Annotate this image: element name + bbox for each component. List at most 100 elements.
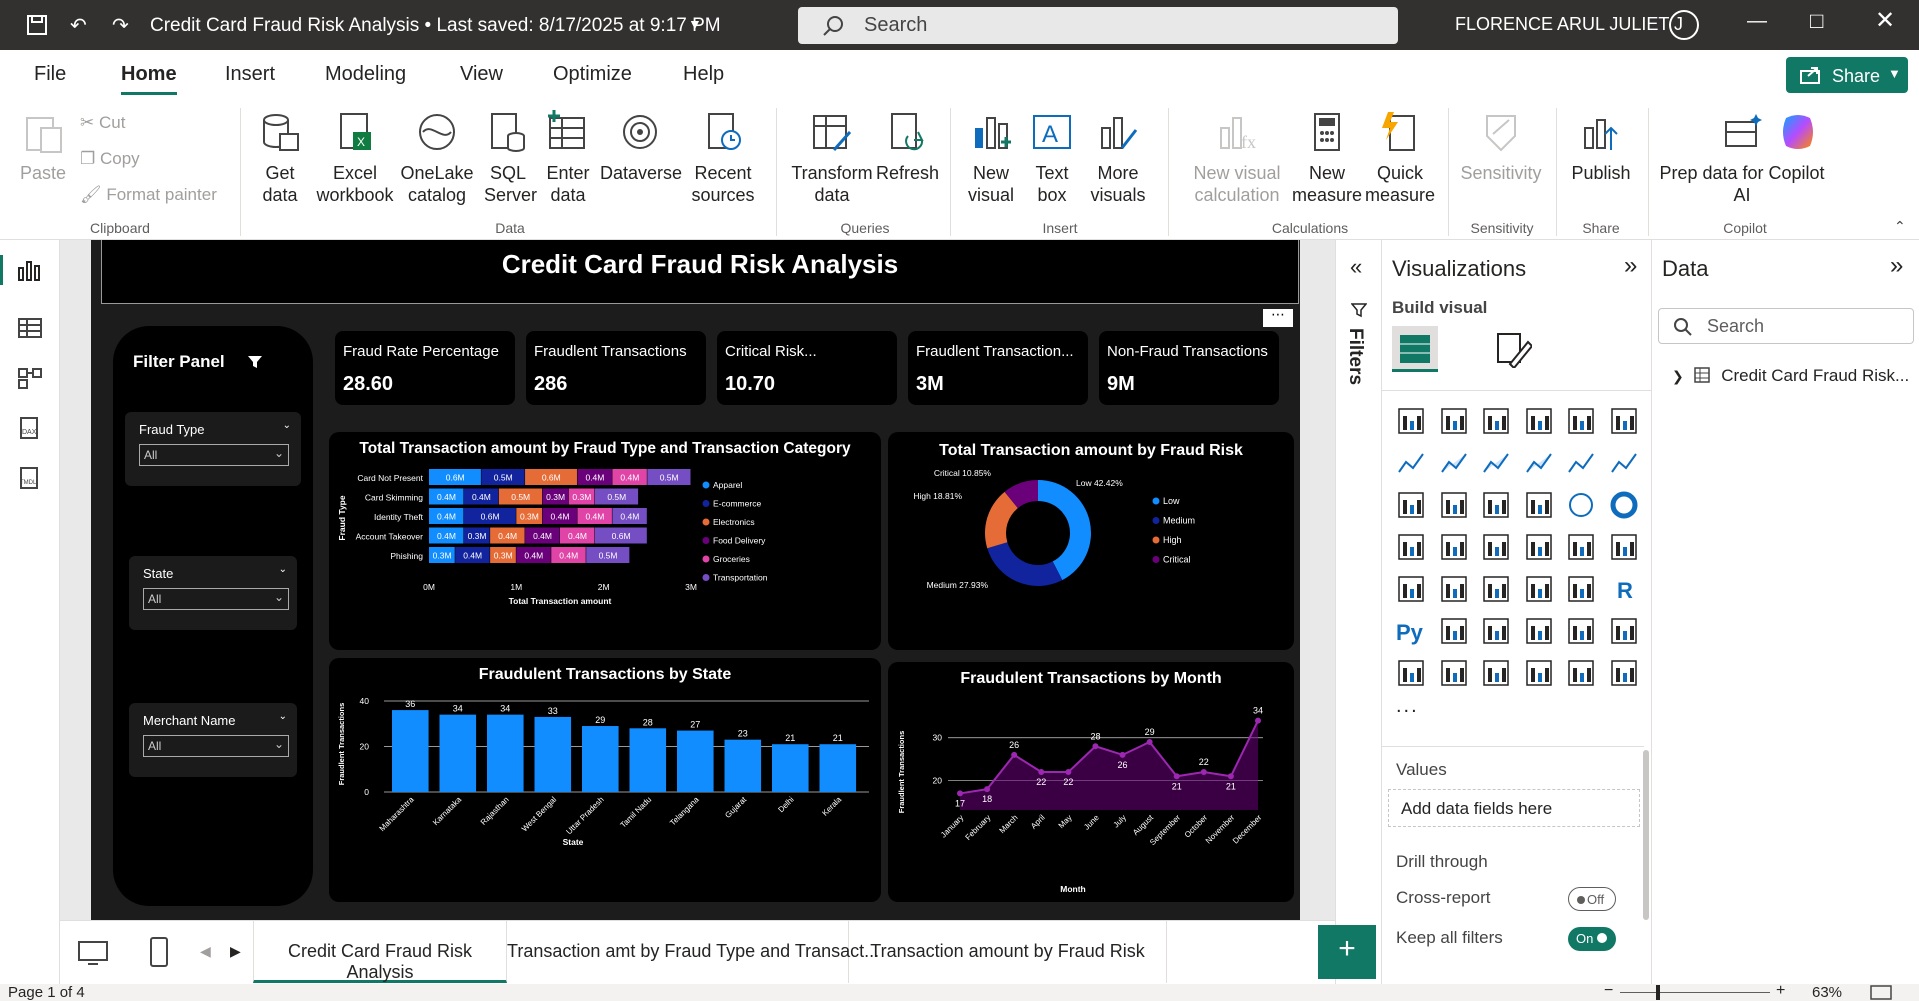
quick-measure-button[interactable]: Quick measure — [1365, 110, 1435, 206]
share-button[interactable]: Share ▼ — [1786, 57, 1908, 93]
100-area-chart-icon[interactable] — [1524, 448, 1554, 478]
card-icon[interactable] — [1609, 532, 1639, 562]
format-painter-button[interactable]: 🖌 Format painter — [80, 185, 217, 205]
narrative-icon[interactable] — [1566, 616, 1596, 646]
data-table-item[interactable]: ❯ Credit Card Fraud Risk... — [1672, 366, 1909, 386]
filled-map-icon[interactable] — [1481, 532, 1511, 562]
slicer-dropdown[interactable]: All ⌄ — [139, 444, 289, 466]
paginated-report-icon[interactable] — [1396, 658, 1426, 688]
more-visuals-button[interactable]: More visuals — [1085, 110, 1151, 206]
menu-home[interactable]: Home — [121, 63, 177, 95]
line-chart-icon[interactable] — [1396, 448, 1426, 478]
model-view-icon[interactable] — [17, 367, 43, 389]
kpi-card[interactable]: Fraud Rate Percentage 28.60 — [335, 331, 515, 405]
publish-button[interactable]: Publish — [1566, 110, 1636, 184]
recent-sources-button[interactable]: Recent sources — [690, 110, 756, 206]
more-visuals-ellipsis[interactable]: ... — [1396, 695, 1419, 718]
kpi-card[interactable]: Fraudlent Transaction... 3M — [908, 331, 1088, 405]
data-search-input[interactable]: Search — [1658, 308, 1914, 344]
r-visual-icon[interactable]: R — [1609, 574, 1639, 604]
sql-server-button[interactable]: SQL Server — [484, 110, 537, 206]
text-box-button[interactable]: A Text box — [1025, 110, 1079, 206]
kpi-card[interactable]: Fraudlent Transactions 286 — [526, 331, 706, 405]
zoom-slider[interactable] — [1620, 992, 1770, 993]
line-clustered-column-icon[interactable] — [1609, 448, 1639, 478]
maximize-icon[interactable]: □ — [1810, 8, 1823, 34]
redo-icon[interactable]: ↷ — [112, 13, 129, 38]
new-visual-button[interactable]: New visual — [963, 110, 1019, 206]
table-view-icon[interactable] — [17, 317, 43, 339]
filters-pane[interactable]: « Filters — [1335, 240, 1381, 984]
matrix-icon[interactable] — [1566, 574, 1596, 604]
menu-modeling[interactable]: Modeling — [325, 63, 406, 86]
menu-view[interactable]: View — [460, 63, 503, 86]
enter-data-button[interactable]: Enter data — [540, 110, 596, 206]
avatar[interactable] — [1669, 10, 1699, 40]
stacked-area-chart-icon[interactable] — [1481, 448, 1511, 478]
zoom-out-icon[interactable]: − — [1604, 982, 1613, 1000]
add-data-fields-well[interactable]: Add data fields here — [1388, 789, 1640, 827]
more-options-icon[interactable]: ⋯ — [1263, 307, 1293, 327]
visual-fraud-risk[interactable]: Total Transaction amount by Fraud Risk L… — [888, 432, 1294, 650]
stacked-bar-chart-icon[interactable] — [1396, 406, 1426, 436]
scrollbar[interactable] — [1643, 750, 1649, 920]
multi-row-card-icon[interactable] — [1396, 574, 1426, 604]
100-bar-chart-icon[interactable] — [1566, 406, 1596, 436]
clustered-bar-chart-icon[interactable] — [1481, 406, 1511, 436]
python-visual-icon[interactable]: Py — [1396, 616, 1426, 646]
user-name[interactable]: FLORENCE ARUL JULIET J — [1455, 14, 1683, 35]
power-apps-icon[interactable] — [1481, 658, 1511, 688]
desktop-layout-icon[interactable] — [78, 941, 108, 965]
close-icon[interactable]: ✕ — [1875, 6, 1895, 35]
page-tab[interactable]: Transaction amount by Fraud Risk — [849, 921, 1167, 983]
fabric-icon[interactable] — [1566, 658, 1596, 688]
collapse-data-icon[interactable]: » — [1890, 252, 1903, 280]
goals-icon[interactable] — [1609, 616, 1639, 646]
menu-help[interactable]: Help — [683, 63, 724, 86]
visual-fraud-type-category[interactable]: Total Transaction amount by Fraud Type a… — [329, 432, 881, 650]
pie-chart-icon[interactable] — [1566, 490, 1596, 520]
slicer-dropdown[interactable]: All ⌄ — [143, 588, 289, 610]
slicer-dropdown[interactable]: All ⌄ — [143, 735, 289, 757]
table-icon[interactable] — [1524, 574, 1554, 604]
cut-button[interactable]: ✂ Cut — [80, 113, 125, 133]
key-influencers-icon[interactable] — [1439, 616, 1469, 646]
chevron-down-icon[interactable]: ⌄ — [283, 420, 291, 431]
ribbon-chart-icon[interactable] — [1396, 490, 1426, 520]
scroll-tabs-left-icon[interactable]: ◀ — [200, 943, 211, 960]
gauge-icon[interactable] — [1566, 532, 1596, 562]
save-icon[interactable] — [26, 14, 48, 36]
menu-file[interactable]: File — [34, 63, 66, 86]
map-icon[interactable] — [1439, 532, 1469, 562]
collapse-ribbon-icon[interactable]: ⌃ — [1894, 218, 1906, 235]
format-visual-icon[interactable] — [1494, 330, 1532, 368]
100-column-chart-icon[interactable] — [1609, 406, 1639, 436]
collapse-viz-icon[interactable]: » — [1624, 252, 1637, 280]
qa-icon[interactable] — [1524, 616, 1554, 646]
treemap-icon[interactable] — [1396, 532, 1426, 562]
copy-button[interactable]: ❐ Copy — [80, 149, 140, 169]
refresh-button[interactable]: Refresh — [876, 110, 939, 184]
search-input[interactable]: Search — [798, 7, 1398, 44]
decomposition-tree-icon[interactable] — [1481, 616, 1511, 646]
power-automate-icon[interactable] — [1524, 658, 1554, 688]
dataverse-button[interactable]: Dataverse — [600, 110, 682, 184]
clustered-column-chart-icon[interactable] — [1524, 406, 1554, 436]
page-tab[interactable]: Transaction amt by Fraud Type and Transa… — [507, 921, 879, 983]
sensitivity-button[interactable]: Sensitivity — [1456, 110, 1546, 184]
dax-query-view-icon[interactable]: DAX — [17, 417, 43, 439]
kpi-card[interactable]: Critical Risk... 10.70 — [717, 331, 897, 405]
tmdl-view-icon[interactable]: TMDL — [17, 467, 43, 489]
window-title[interactable]: Credit Card Fraud Risk Analysis • Last s… — [150, 15, 721, 37]
zoom-slider-thumb[interactable] — [1656, 985, 1660, 1000]
transform-data-button[interactable]: Transform data — [786, 110, 878, 206]
page-tab[interactable]: Credit Card Fraud Risk Analysis — [253, 921, 507, 983]
scatter-chart-icon[interactable] — [1524, 490, 1554, 520]
deneb-icon[interactable] — [1609, 658, 1639, 688]
chevron-down-icon[interactable]: ⌄ — [279, 711, 287, 722]
copilot-button[interactable] — [1770, 110, 1826, 162]
new-measure-button[interactable]: New measure — [1292, 110, 1362, 206]
onelake-catalog-button[interactable]: OneLake catalog — [400, 110, 474, 206]
excel-workbook-button[interactable]: X Excel workbook — [313, 110, 397, 206]
visual-month[interactable]: Fraudulent Transactions by Month 20 30 17 J… — [888, 662, 1294, 902]
